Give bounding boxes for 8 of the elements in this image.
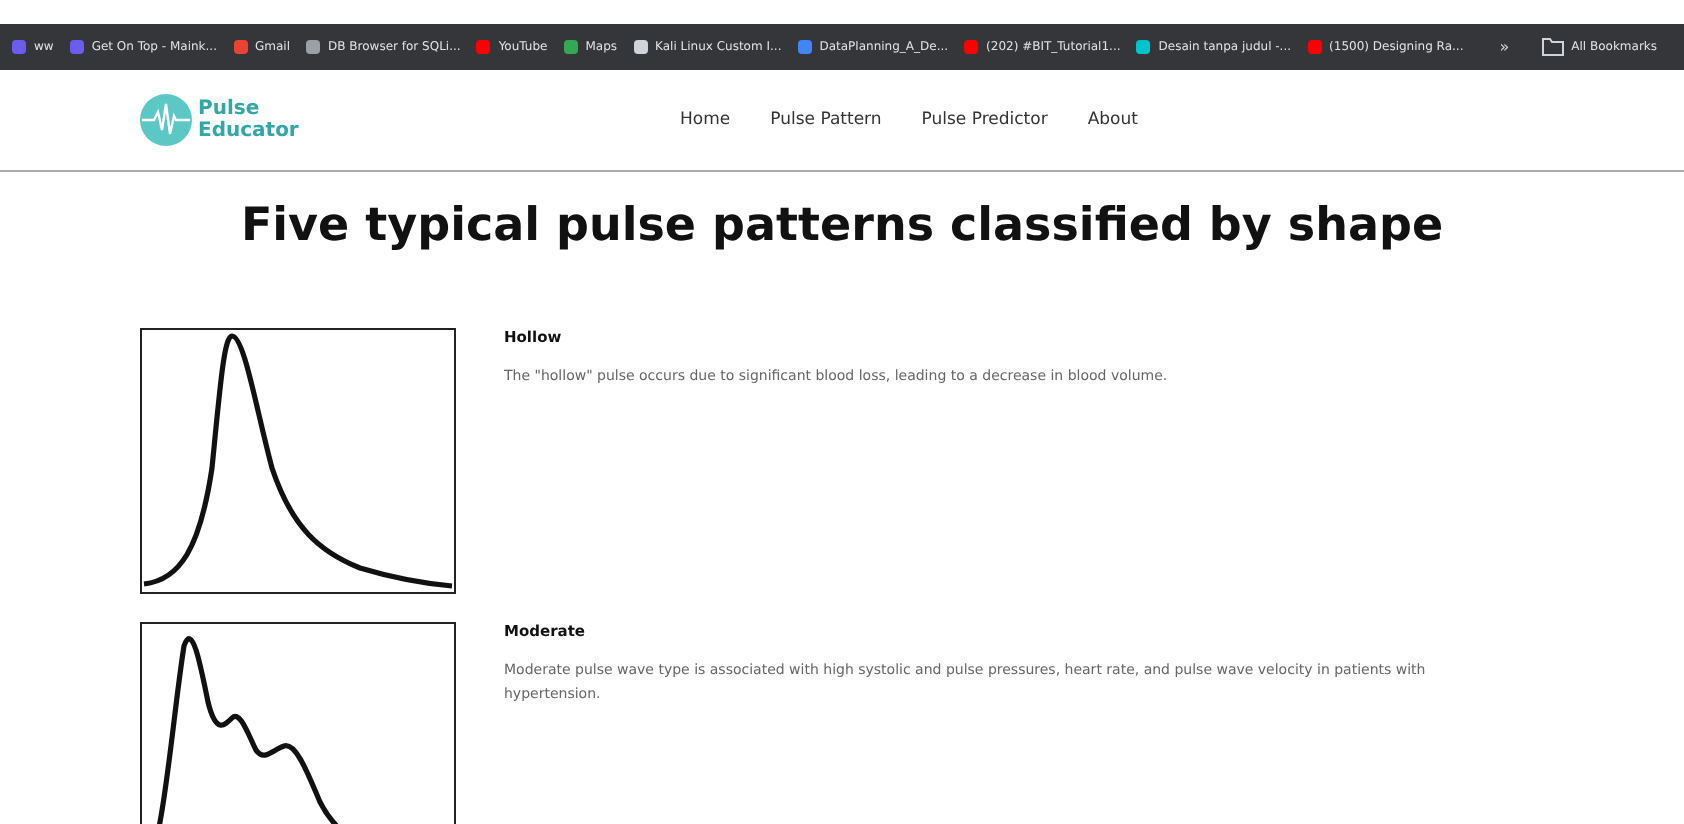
heartbeat-logo-icon <box>140 94 192 146</box>
folder-icon <box>1541 38 1564 56</box>
nav-link[interactable]: Home <box>680 110 731 130</box>
more-bookmarks-button[interactable]: » <box>1499 38 1510 56</box>
nav-link[interactable]: Pulse Predictor <box>921 110 1048 130</box>
page-title: Five typical pulse patterns classified by shape <box>238 200 1446 256</box>
nav-link[interactable]: Pulse Pattern <box>770 110 882 130</box>
nav-link[interactable]: About <box>1087 110 1138 130</box>
